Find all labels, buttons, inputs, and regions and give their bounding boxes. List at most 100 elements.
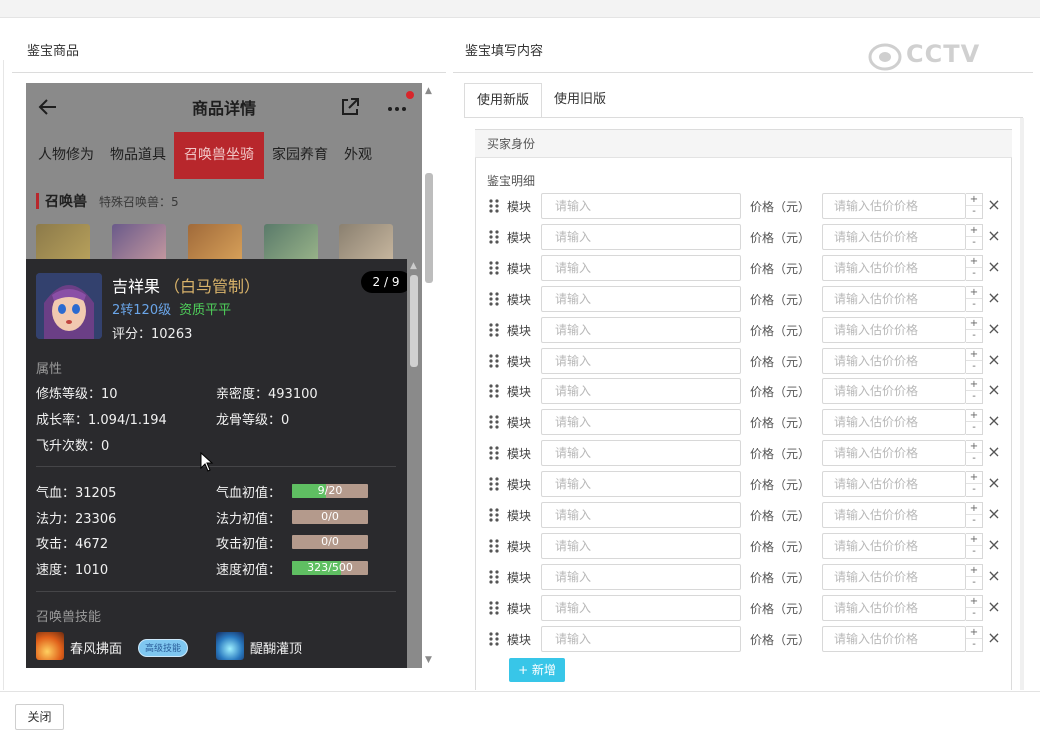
popup-scroll-up-arrow-icon[interactable]: ▲ (410, 261, 417, 271)
remove-row-icon[interactable]: × (987, 505, 1001, 523)
decrement-button[interactable]: - (966, 330, 982, 342)
drag-handle-icon[interactable] (488, 230, 500, 244)
drag-handle-icon[interactable] (488, 261, 500, 275)
drag-handle-icon[interactable] (488, 539, 500, 553)
remove-row-icon[interactable]: × (987, 226, 1001, 245)
decrement-button[interactable]: - (966, 515, 982, 527)
price-input[interactable]: 请输入估价价格 (822, 193, 966, 219)
pet-thumbnail[interactable] (112, 224, 166, 264)
drag-handle-icon[interactable] (488, 508, 500, 522)
close-button[interactable]: 关闭 (15, 704, 64, 730)
drag-handle-icon[interactable] (488, 446, 500, 460)
increment-button[interactable]: + (966, 318, 982, 330)
decrement-button[interactable]: - (966, 237, 982, 249)
increment-button[interactable]: + (966, 534, 982, 546)
remove-row-icon[interactable]: × (987, 350, 1001, 369)
increment-button[interactable]: + (966, 472, 982, 485)
module-input[interactable]: 请输入 (541, 285, 741, 312)
drag-handle-icon[interactable] (488, 292, 500, 306)
pet-thumbnail[interactable] (264, 224, 318, 264)
module-input[interactable]: 请输入 (541, 471, 741, 498)
decrement-button[interactable]: - (966, 608, 982, 620)
increment-button[interactable]: + (966, 441, 982, 454)
back-arrow-icon[interactable] (36, 95, 60, 119)
category-tab-appearance[interactable]: 外观 (336, 132, 380, 179)
price-input[interactable]: 请输入估价价格 (822, 316, 966, 343)
module-input[interactable]: 请输入 (541, 316, 741, 343)
increment-button[interactable]: + (966, 287, 982, 299)
pet-thumbnail[interactable] (188, 224, 242, 264)
increment-button[interactable]: + (966, 349, 982, 361)
drag-handle-icon[interactable] (488, 477, 500, 491)
remove-row-icon[interactable]: × (987, 412, 1001, 430)
decrement-button[interactable]: - (966, 422, 982, 434)
remove-row-icon[interactable]: × (987, 597, 1001, 616)
module-input[interactable]: 请输入 (541, 563, 741, 590)
increment-button[interactable]: + (966, 194, 982, 206)
more-dots-icon[interactable] (386, 97, 412, 117)
price-input[interactable]: 请输入估价价格 (822, 409, 966, 436)
price-input[interactable]: 请输入估价价格 (822, 594, 966, 621)
module-input[interactable]: 请输入 (541, 254, 741, 281)
price-input[interactable]: 请输入估价价格 (822, 471, 966, 498)
module-input[interactable]: 请输入 (541, 594, 741, 621)
increment-button[interactable]: + (966, 627, 982, 639)
category-tab-home[interactable]: 家园养育 (264, 132, 336, 179)
module-input[interactable]: 请输入 (541, 193, 741, 219)
decrement-button[interactable]: - (966, 268, 982, 280)
category-tab-items[interactable]: 物品道具 (102, 132, 174, 179)
skill-spring-breeze[interactable]: 春风拂面 (70, 638, 122, 657)
popup-scroll-down-arrow-icon[interactable]: ▼ (410, 655, 417, 665)
module-input[interactable]: 请输入 (541, 502, 741, 528)
drag-handle-icon[interactable] (488, 199, 500, 213)
price-input[interactable]: 请输入估价价格 (822, 223, 966, 250)
module-input[interactable]: 请输入 (541, 223, 741, 250)
category-tab-summons[interactable]: 召唤兽坐骑 (174, 132, 264, 179)
remove-row-icon[interactable]: × (987, 566, 1001, 585)
drag-handle-icon[interactable] (488, 570, 500, 584)
decrement-button[interactable]: - (966, 453, 982, 465)
increment-button[interactable]: + (966, 256, 982, 268)
remove-row-icon[interactable]: × (987, 319, 1001, 338)
price-input[interactable]: 请输入估价价格 (822, 440, 966, 467)
decrement-button[interactable]: - (966, 546, 982, 558)
increment-button[interactable]: + (966, 379, 982, 392)
category-tab-character[interactable]: 人物修为 (26, 132, 102, 179)
decrement-button[interactable]: - (966, 577, 982, 589)
remove-row-icon[interactable]: × (987, 443, 1001, 461)
share-icon[interactable] (339, 96, 361, 118)
left-scrollbar-thumb[interactable] (425, 173, 433, 283)
remove-row-icon[interactable]: × (987, 628, 1001, 647)
increment-button[interactable]: + (966, 225, 982, 237)
price-input[interactable]: 请输入估价价格 (822, 254, 966, 281)
pet-thumbnail[interactable] (36, 224, 90, 264)
decrement-button[interactable]: - (966, 639, 982, 651)
drag-handle-icon[interactable] (488, 601, 500, 615)
price-input[interactable]: 请输入估价价格 (822, 347, 966, 374)
price-input[interactable]: 请输入估价价格 (822, 563, 966, 590)
drag-handle-icon[interactable] (488, 353, 500, 368)
price-input[interactable]: 请输入估价价格 (822, 532, 966, 559)
module-input[interactable]: 请输入 (541, 625, 741, 652)
skill-enlightenment-icon[interactable] (216, 632, 244, 660)
increment-button[interactable]: + (966, 565, 982, 577)
module-input[interactable]: 请输入 (541, 409, 741, 436)
scroll-down-arrow-icon[interactable]: ▼ (425, 655, 432, 665)
increment-button[interactable]: + (966, 503, 982, 515)
decrement-button[interactable]: - (966, 206, 982, 218)
remove-row-icon[interactable]: × (987, 474, 1001, 492)
increment-button[interactable]: + (966, 410, 982, 423)
drag-handle-icon[interactable] (488, 631, 500, 646)
skill-enlightenment[interactable]: 醍醐灌顶 (250, 638, 302, 657)
decrement-button[interactable]: - (966, 299, 982, 311)
add-row-button[interactable]: + 新增 (509, 658, 565, 682)
module-input[interactable]: 请输入 (541, 440, 741, 467)
increment-button[interactable]: + (966, 596, 982, 608)
drag-handle-icon[interactable] (488, 384, 500, 398)
price-input[interactable]: 请输入估价价格 (822, 285, 966, 312)
decrement-button[interactable]: - (966, 361, 982, 373)
module-input[interactable]: 请输入 (541, 532, 741, 559)
price-input[interactable]: 请输入估价价格 (822, 625, 966, 652)
pet-thumbnail[interactable] (339, 224, 393, 264)
drag-handle-icon[interactable] (488, 415, 500, 429)
